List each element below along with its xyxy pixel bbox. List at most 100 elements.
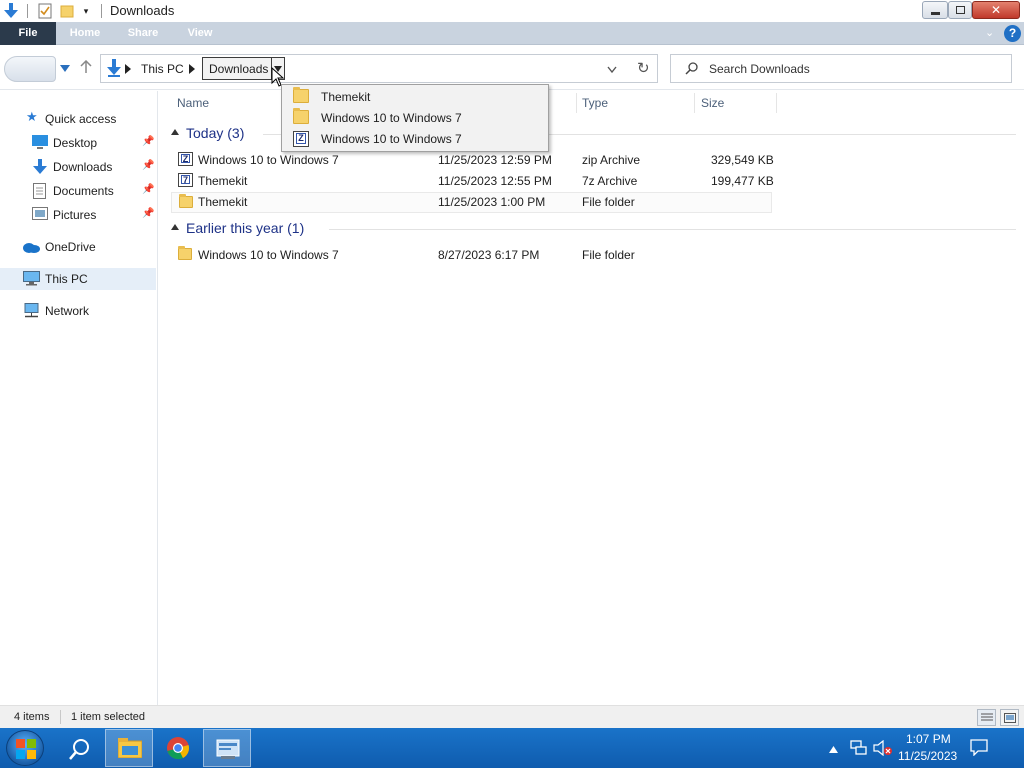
sidebar-item-onedrive[interactable]: OneDrive (0, 236, 156, 258)
file-date: 8/27/2023 6:17 PM (438, 248, 540, 262)
volume-muted-icon[interactable] (873, 739, 893, 759)
sidebar-item-network[interactable]: Network (0, 300, 156, 322)
tab-home[interactable]: Home (60, 22, 110, 45)
customize-toolbar-icon[interactable]: ▾ (80, 2, 92, 20)
column-divider[interactable] (576, 93, 577, 113)
navigation-pane: ★ Quick access Desktop 📌 Downloads 📌 Doc… (0, 91, 158, 705)
sidebar-item-downloads[interactable]: Downloads 📌 (0, 156, 156, 178)
file-date: 11/25/2023 1:00 PM (438, 195, 546, 209)
dropdown-item-label: Themekit (321, 90, 371, 104)
collapse-icon[interactable] (171, 224, 179, 230)
new-folder-icon[interactable] (58, 2, 76, 20)
table-row[interactable]: 7 Themekit 11/25/2023 12:55 PM 7z Archiv… (171, 171, 774, 192)
column-divider[interactable] (694, 93, 695, 113)
details-view-icon (981, 713, 993, 721)
dropdown-item-windows-folder[interactable]: Windows 10 to Windows 7 (283, 107, 548, 128)
download-arrow-icon[interactable] (2, 2, 20, 20)
cloud-icon (22, 241, 40, 256)
download-icon (33, 159, 47, 178)
help-button[interactable]: ? (1004, 25, 1021, 42)
close-button[interactable]: ✕ (972, 1, 1020, 19)
7z-icon: 7 (178, 173, 193, 187)
folder-icon (178, 246, 192, 260)
column-header-type[interactable]: Type (582, 96, 608, 110)
dropdown-item-label: Windows 10 to Windows 7 (321, 132, 462, 146)
pin-icon[interactable]: 📌 (142, 160, 154, 171)
table-row[interactable]: Themekit 11/25/2023 1:00 PM File folder (171, 192, 772, 213)
tab-share[interactable]: Share (118, 22, 168, 45)
folder-icon (293, 87, 309, 103)
show-hidden-icons-icon[interactable] (829, 742, 838, 756)
chrome-icon (167, 737, 189, 760)
taskbar-chrome[interactable] (154, 729, 202, 767)
sidebar-item-pictures[interactable]: Pictures 📌 (0, 204, 156, 226)
address-bar[interactable]: This PC Downloads ↻ (100, 54, 658, 87)
back-forward-buttons[interactable] (4, 56, 56, 82)
column-header-name[interactable]: Name (177, 96, 209, 110)
table-row[interactable]: Z Windows 10 to Windows 7 11/25/2023 12:… (171, 150, 774, 171)
sidebar-item-desktop[interactable]: Desktop 📌 (0, 132, 156, 154)
minimize-icon (930, 11, 940, 15)
tab-view[interactable]: View (175, 22, 225, 45)
breadcrumb-arrow-icon[interactable] (125, 63, 131, 77)
file-date: 11/25/2023 12:55 PM (438, 174, 552, 188)
pin-icon[interactable]: 📌 (142, 208, 154, 219)
file-type: zip Archive (582, 153, 641, 167)
column-divider[interactable] (776, 93, 777, 113)
properties-icon[interactable] (36, 2, 54, 20)
search-icon (685, 62, 698, 78)
minimize-button[interactable] (922, 1, 948, 19)
column-header-size[interactable]: Size (701, 96, 724, 110)
breadcrumb-dropdown-menu: Themekit Windows 10 to Windows 7 Z Windo… (281, 84, 549, 152)
network-tray-icon[interactable] (850, 740, 868, 759)
up-arrow-icon[interactable] (80, 59, 92, 77)
taskbar-file-explorer[interactable] (105, 729, 153, 767)
group-title: Earlier this year (1) (186, 220, 305, 236)
address-history-icon[interactable] (607, 63, 617, 77)
taskbar-app[interactable] (203, 729, 251, 767)
dropdown-item-windows-zip[interactable]: Z Windows 10 to Windows 7 (283, 128, 548, 149)
dropdown-item-themekit[interactable]: Themekit (283, 86, 548, 107)
zip-icon: Z (293, 131, 309, 147)
documents-icon (33, 183, 46, 202)
pictures-icon (32, 207, 48, 223)
maximize-button[interactable] (948, 1, 972, 19)
search-box[interactable]: Search Downloads (670, 54, 1012, 83)
large-icons-view-icon (1004, 713, 1016, 723)
folder-icon (293, 108, 309, 124)
group-title: Today (3) (186, 125, 245, 141)
action-center-icon[interactable] (970, 739, 988, 759)
sidebar-item-documents[interactable]: Documents 📌 (0, 180, 156, 202)
start-button[interactable] (6, 730, 44, 766)
clock-time[interactable]: 1:07 PM (906, 732, 951, 746)
network-icon (23, 303, 40, 321)
large-icons-view-button[interactable] (1000, 709, 1019, 726)
sidebar-item-label: Quick access (45, 112, 117, 126)
sidebar-item-this-pc[interactable]: This PC (0, 268, 156, 290)
file-explorer-icon (118, 738, 142, 758)
clock-date[interactable]: 11/25/2023 (898, 749, 957, 763)
desktop-icon (32, 135, 48, 152)
recent-locations-icon[interactable] (60, 62, 70, 76)
search-input[interactable]: Search Downloads (709, 62, 810, 76)
breadcrumb-downloads[interactable]: Downloads (202, 57, 272, 80)
breadcrumb-this-pc[interactable]: This PC (141, 62, 184, 76)
details-view-button[interactable] (977, 709, 996, 726)
sidebar-item-label: Downloads (53, 160, 113, 174)
downloads-location-icon (107, 59, 121, 80)
file-name: Themekit (198, 195, 248, 209)
refresh-icon[interactable]: ↻ (637, 59, 650, 77)
collapse-icon[interactable] (171, 129, 179, 135)
taskbar-search-button[interactable] (56, 729, 104, 767)
group-header-earlier[interactable]: Earlier this year (1) (171, 219, 1016, 241)
expand-ribbon-icon[interactable]: ⌄ (985, 26, 994, 39)
breadcrumb-arrow-icon[interactable] (189, 63, 195, 77)
tab-file[interactable]: File (0, 22, 56, 45)
table-row[interactable]: Windows 10 to Windows 7 8/27/2023 6:17 P… (171, 245, 772, 266)
title-bar: ▾ Downloads ✕ (0, 0, 1024, 22)
separator-icon (24, 2, 30, 20)
pin-icon[interactable]: 📌 (142, 184, 154, 195)
sidebar-item-quick-access[interactable]: ★ Quick access (0, 108, 156, 130)
file-name: Themekit (198, 174, 248, 188)
pin-icon[interactable]: 📌 (142, 136, 154, 147)
